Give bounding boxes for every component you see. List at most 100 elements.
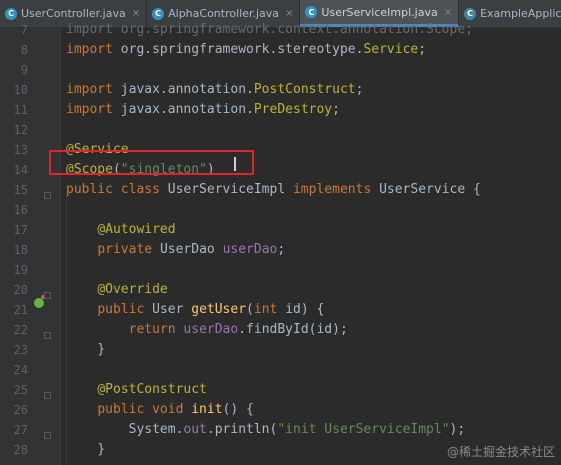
code-token: ); bbox=[449, 422, 466, 437]
tab-label: UserController.java bbox=[21, 7, 126, 20]
code-token: ; bbox=[277, 242, 286, 257]
code-text: public class UserServiceImpl implements … bbox=[66, 180, 481, 200]
code-text: @Autowired bbox=[66, 220, 176, 240]
code-token: public class bbox=[66, 182, 168, 197]
code-token: import bbox=[66, 42, 121, 57]
code-line: 16 bbox=[0, 200, 561, 220]
code-line: 18 private UserDao userDao; bbox=[0, 240, 561, 260]
code-token: .findById(id); bbox=[238, 322, 348, 337]
code-line: 9 bbox=[0, 60, 561, 80]
line-number: 17 bbox=[13, 223, 28, 237]
code-line: 21 public User getUser(int id) { bbox=[0, 300, 561, 320]
line-number: 25 bbox=[13, 383, 28, 397]
code-line: 19 bbox=[0, 260, 561, 280]
code-line: 7 import org.springframework.context.anno… bbox=[0, 20, 561, 40]
line-number: 20 bbox=[13, 283, 28, 297]
code-line: 27 System.out.println("init UserServiceI… bbox=[0, 420, 561, 440]
code-token: public bbox=[97, 302, 153, 317]
code-line: 17 @Autowired bbox=[0, 220, 561, 240]
fold-marker-icon[interactable] bbox=[44, 292, 51, 299]
tab-label: UserServiceImpl.java bbox=[321, 5, 438, 19]
code-text: import javax.annotation.PreDestroy; bbox=[66, 100, 340, 120]
line-number: 12 bbox=[13, 123, 28, 137]
code-token: import bbox=[66, 102, 121, 117]
code-text: import org.springframework.context.annot… bbox=[66, 20, 473, 40]
code-text: public void init() { bbox=[66, 400, 254, 420]
code-token: implements bbox=[292, 182, 380, 197]
fold-marker-icon[interactable] bbox=[44, 392, 51, 399]
code-line: 20 @Override bbox=[0, 280, 561, 300]
line-number: 8 bbox=[20, 43, 28, 57]
class-icon: C bbox=[152, 7, 165, 20]
close-icon[interactable]: × bbox=[132, 8, 140, 19]
code-text: @PostConstruct bbox=[66, 380, 207, 400]
code-token: id) { bbox=[285, 302, 325, 317]
code-token: javax.annotation. bbox=[120, 102, 254, 117]
code-token: userDao bbox=[222, 242, 278, 257]
code-token: } bbox=[66, 442, 106, 457]
code-text: public User getUser(int id) { bbox=[66, 300, 324, 320]
line-number: 18 bbox=[13, 243, 28, 257]
tab-label: ExampleApplication.java bbox=[480, 7, 561, 20]
code-token: "init UserServiceImpl" bbox=[277, 422, 450, 437]
code-line: 11 import javax.annotation.PreDestroy; bbox=[0, 100, 561, 120]
code-line: 22 return userDao.findById(id); bbox=[0, 320, 561, 340]
spring-app-icon: C bbox=[464, 7, 477, 20]
code-line: 8 import org.springframework.stereotype.S… bbox=[0, 40, 561, 60]
code-token: userDao bbox=[183, 322, 239, 337]
highlight-annotation-box bbox=[49, 150, 254, 175]
code-token: init bbox=[191, 402, 223, 417]
code-token: private bbox=[97, 242, 160, 257]
implementing-method-gutter-icon[interactable] bbox=[34, 295, 45, 308]
tab-label: AlphaController.java bbox=[168, 7, 280, 20]
code-token: @Override bbox=[97, 282, 168, 297]
class-icon: C bbox=[5, 7, 17, 20]
code-text: return userDao.findById(id); bbox=[66, 320, 348, 340]
line-number: 26 bbox=[13, 403, 28, 417]
code-text: } bbox=[66, 440, 105, 460]
code-token: org.springframework.stereotype. bbox=[120, 42, 364, 57]
code-token: return bbox=[128, 322, 184, 337]
fold-marker-icon[interactable] bbox=[44, 432, 51, 439]
close-icon[interactable]: × bbox=[444, 7, 452, 18]
line-number: 9 bbox=[20, 63, 28, 77]
code-token: PreDestroy bbox=[253, 102, 333, 117]
code-token: ; bbox=[355, 82, 364, 97]
code-token: out bbox=[183, 422, 207, 437]
text-caret bbox=[234, 157, 236, 171]
fold-marker-icon[interactable] bbox=[44, 192, 51, 199]
code-token: () { bbox=[222, 402, 254, 417]
code-text: private UserDao userDao; bbox=[66, 240, 285, 260]
line-number: 11 bbox=[13, 103, 28, 117]
fold-marker-icon[interactable] bbox=[44, 332, 51, 339]
code-token: User bbox=[152, 302, 192, 317]
code-token: import org.springframework.context.annot… bbox=[66, 22, 473, 37]
line-number: 14 bbox=[13, 163, 28, 177]
code-token: public void bbox=[97, 402, 192, 417]
code-text: @Override bbox=[66, 280, 168, 300]
code-token: ; bbox=[332, 102, 340, 117]
code-token: javax.annotation. bbox=[120, 82, 254, 97]
code-token: ; bbox=[418, 42, 427, 57]
watermark: @稀土掘金技术社区 bbox=[446, 445, 555, 459]
code-line: 12 bbox=[0, 120, 561, 140]
code-line: 25 @PostConstruct bbox=[0, 380, 561, 400]
code-text: System.out.println("init UserServiceImpl… bbox=[66, 420, 466, 440]
code-token: int bbox=[253, 302, 286, 317]
code-token: Service bbox=[363, 42, 419, 57]
line-number: 13 bbox=[13, 143, 28, 157]
code-token: @Autowired bbox=[97, 222, 176, 237]
line-number: 28 bbox=[13, 443, 28, 457]
code-line: 23 } bbox=[0, 340, 561, 360]
code-line: 15 public class UserServiceImpl implement… bbox=[0, 180, 561, 200]
close-icon[interactable]: × bbox=[285, 8, 293, 19]
code-line: 10 import javax.annotation.PostConstruct; bbox=[0, 80, 561, 100]
line-number: 7 bbox=[20, 23, 28, 37]
